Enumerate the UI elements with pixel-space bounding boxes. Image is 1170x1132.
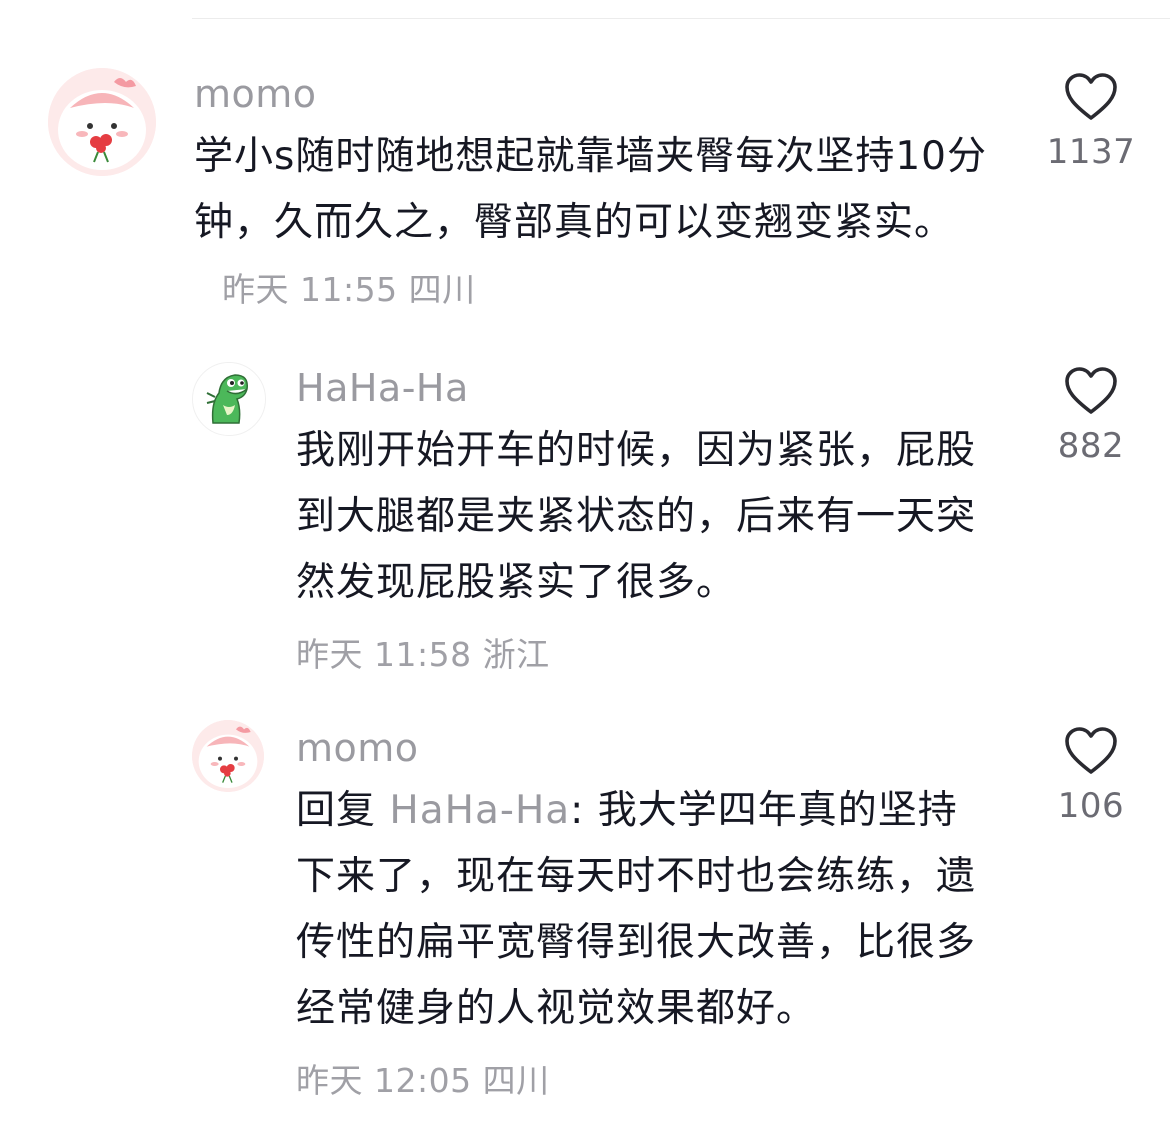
like-count: 106 bbox=[1057, 786, 1125, 826]
avatar[interactable] bbox=[192, 362, 266, 436]
avatar[interactable] bbox=[48, 68, 156, 176]
comment-text: 我刚开始开车的时候，因为紧张，屁股到大腿都是夹紧状态的，后来有一天突然发现屁股紧… bbox=[296, 428, 977, 605]
comment-meta: 昨天 11:58 浙江 bbox=[296, 628, 996, 676]
comment-location: 浙江 bbox=[482, 635, 550, 674]
comment-time: 昨天 11:58 bbox=[296, 635, 472, 674]
heart-outline-icon[interactable] bbox=[1064, 726, 1118, 776]
like-count: 1137 bbox=[1046, 132, 1136, 172]
top-divider bbox=[192, 18, 1170, 19]
username[interactable]: HaHa-Ha bbox=[296, 364, 996, 412]
avatar[interactable] bbox=[192, 720, 264, 792]
comment-time: 昨天 11:55 bbox=[222, 270, 398, 309]
comment-body: 学小s随时随地想起就靠墙夹臀每次坚持10分钟，久而久之，臀部真的可以变翘变紧实。 bbox=[194, 134, 987, 245]
like-button[interactable]: 106 bbox=[1031, 726, 1151, 826]
username[interactable]: momo bbox=[296, 724, 996, 772]
pink-blob-avatar-icon bbox=[48, 68, 156, 176]
reply-target-username[interactable]: HaHa-Ha bbox=[389, 788, 570, 833]
like-button[interactable]: 882 bbox=[1031, 366, 1151, 466]
like-button[interactable]: 1137 bbox=[1031, 72, 1151, 172]
comment-text: 回复 HaHa-Ha: 我大学四年真的坚持下来了，现在每天时不时也会练练，遗传性… bbox=[296, 778, 996, 1042]
like-count: 882 bbox=[1057, 426, 1125, 466]
comment-time: 昨天 12:05 bbox=[296, 1061, 472, 1100]
comment-location: 四川 bbox=[408, 270, 476, 309]
pink-blob-avatar-icon bbox=[192, 720, 264, 792]
comment-location: 四川 bbox=[482, 1061, 550, 1100]
comment-text: 学小s随时随地想起就靠墙夹臀每次坚持10分钟，久而久之，臀部真的可以变翘变紧实。… bbox=[194, 124, 1014, 323]
heart-outline-icon[interactable] bbox=[1064, 72, 1118, 122]
comment-meta: 昨天 12:05 四川 bbox=[296, 1054, 996, 1102]
username[interactable]: momo bbox=[194, 70, 1014, 118]
reply-prefix: 回复 bbox=[296, 788, 377, 833]
green-dino-avatar-icon bbox=[193, 363, 265, 435]
comment-meta: 昨天 11:55 四川 bbox=[222, 270, 476, 309]
heart-outline-icon[interactable] bbox=[1064, 366, 1118, 416]
